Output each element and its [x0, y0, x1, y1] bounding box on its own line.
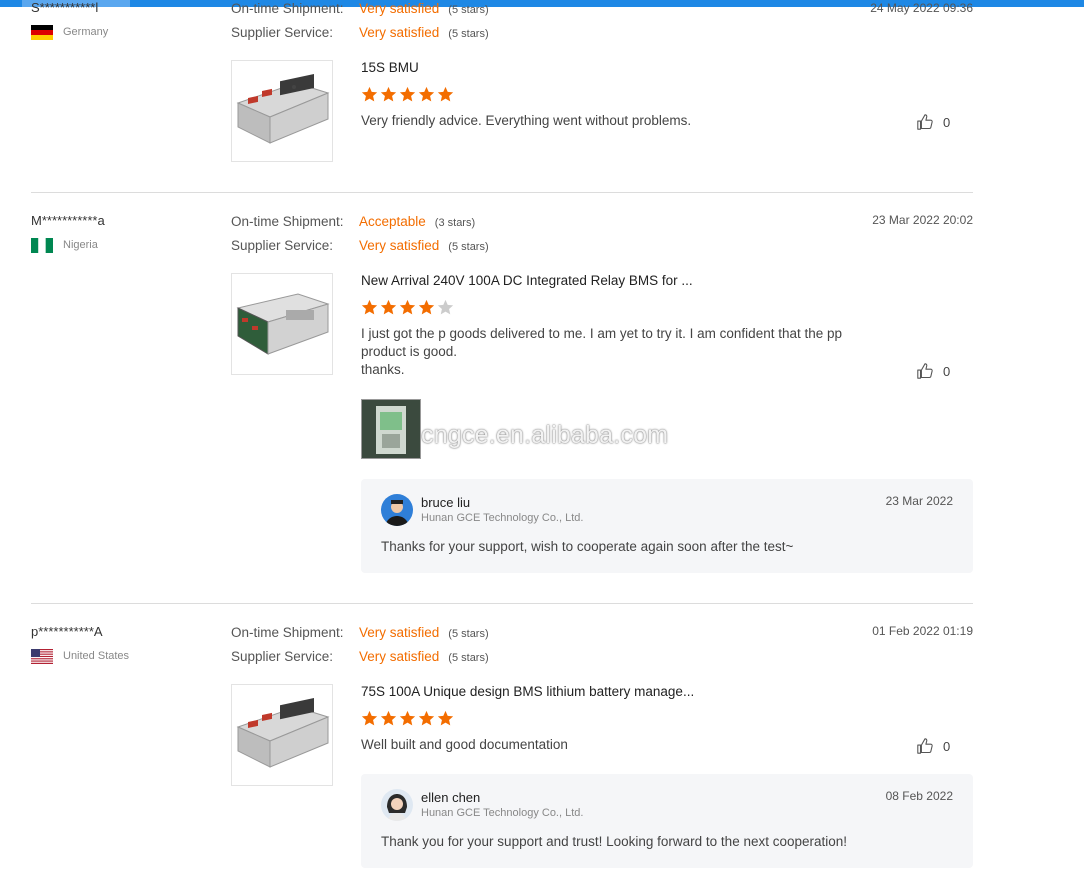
bms-board-image [236, 293, 330, 355]
country-name: United States [63, 650, 130, 662]
product-title[interactable]: New Arrival 240V 100A DC Integrated Rela… [361, 273, 693, 288]
star-filled-icon [399, 86, 416, 102]
buyer-name: S***********l [31, 0, 99, 15]
review-date: 23 Mar 2022 20:02 [872, 213, 973, 227]
shipment-rating: On-time Shipment: Very satisfied (5 star… [231, 625, 489, 640]
avatar [381, 789, 413, 821]
star-rating [361, 710, 454, 727]
product-thumbnail[interactable] [231, 60, 333, 162]
star-filled-icon [380, 710, 397, 726]
star-rating [361, 86, 454, 103]
bms-board-image [236, 697, 330, 768]
supplier-reply: ellen chen Hunan GCE Technology Co., Ltd… [361, 774, 973, 868]
product-title[interactable]: 75S 100A Unique design BMS lithium batte… [361, 684, 694, 699]
service-rating: Supplier Service: Very satisfied (5 star… [231, 238, 489, 253]
buyer-country: Nigeria [31, 237, 98, 253]
product-thumbnail[interactable] [231, 684, 333, 786]
review-date: 24 May 2022 09:36 [870, 1, 973, 15]
buyer-name: M***********a [31, 213, 105, 228]
like-button[interactable]: 0 [916, 362, 950, 380]
reply-author-name: ellen chen [421, 790, 481, 805]
thumbs-up-icon [917, 738, 933, 754]
usa-flag-icon [31, 648, 53, 664]
nigeria-flag-icon [31, 237, 53, 253]
review-date: 01 Feb 2022 01:19 [872, 624, 973, 638]
star-empty-icon [437, 299, 454, 315]
shipment-rating: On-time Shipment: Very satisfied (5 star… [231, 1, 489, 16]
review-photo-thumbnail[interactable] [361, 399, 421, 459]
product-title[interactable]: 15S BMU [361, 60, 419, 75]
star-filled-icon [380, 299, 397, 315]
reply-text: Thanks for your support, wish to coopera… [381, 539, 794, 554]
like-count: 0 [943, 114, 951, 130]
service-rating: Supplier Service: Very satisfied (5 star… [231, 649, 489, 664]
bms-board-image [236, 73, 330, 144]
country-name: Nigeria [63, 239, 98, 251]
star-filled-icon [437, 86, 454, 102]
reply-text: Thank you for your support and trust! Lo… [381, 834, 848, 849]
review-comment: I just got the p goods delivered to me. … [361, 326, 843, 377]
buyer-country: United States [31, 648, 129, 664]
review-comment: Well built and good documentation [361, 737, 568, 752]
star-filled-icon [380, 86, 397, 102]
thumbs-up-icon [917, 363, 933, 379]
reply-date: 23 Mar 2022 [885, 494, 953, 508]
reply-company: Hunan GCE Technology Co., Ltd. [421, 807, 584, 819]
avatar [381, 494, 413, 526]
country-name: Germany [63, 26, 109, 38]
supplier-reply: bruce liu Hunan GCE Technology Co., Ltd.… [361, 479, 973, 573]
star-filled-icon [399, 299, 416, 315]
star-filled-icon [361, 86, 378, 102]
reply-company: Hunan GCE Technology Co., Ltd. [421, 512, 584, 524]
like-button[interactable]: 0 [916, 737, 950, 755]
customer-photo-image [362, 400, 420, 458]
review-divider [31, 603, 973, 604]
review-comment: Very friendly advice. Everything went wi… [361, 113, 692, 128]
star-filled-icon [437, 710, 454, 726]
reply-date: 08 Feb 2022 [885, 789, 953, 803]
like-count: 0 [943, 363, 951, 379]
germany-flag-icon [31, 24, 53, 40]
buyer-country: Germany [31, 24, 108, 40]
star-rating [361, 299, 454, 316]
review-divider [31, 192, 973, 193]
product-thumbnail[interactable] [231, 273, 333, 375]
star-filled-icon [418, 710, 435, 726]
thumbs-up-icon [917, 114, 933, 130]
star-filled-icon [361, 299, 378, 315]
star-filled-icon [361, 710, 378, 726]
like-count: 0 [943, 738, 951, 754]
service-rating: Supplier Service: Very satisfied (5 star… [231, 25, 489, 40]
buyer-name: p***********A [31, 624, 103, 639]
like-button[interactable]: 0 [916, 113, 950, 131]
shipment-rating: On-time Shipment: Acceptable (3 stars) [231, 214, 476, 229]
star-filled-icon [418, 299, 435, 315]
star-filled-icon [399, 710, 416, 726]
star-filled-icon [418, 86, 435, 102]
watermark: cngce.en.alibaba.com [421, 421, 669, 449]
reply-author-name: bruce liu [421, 495, 471, 510]
